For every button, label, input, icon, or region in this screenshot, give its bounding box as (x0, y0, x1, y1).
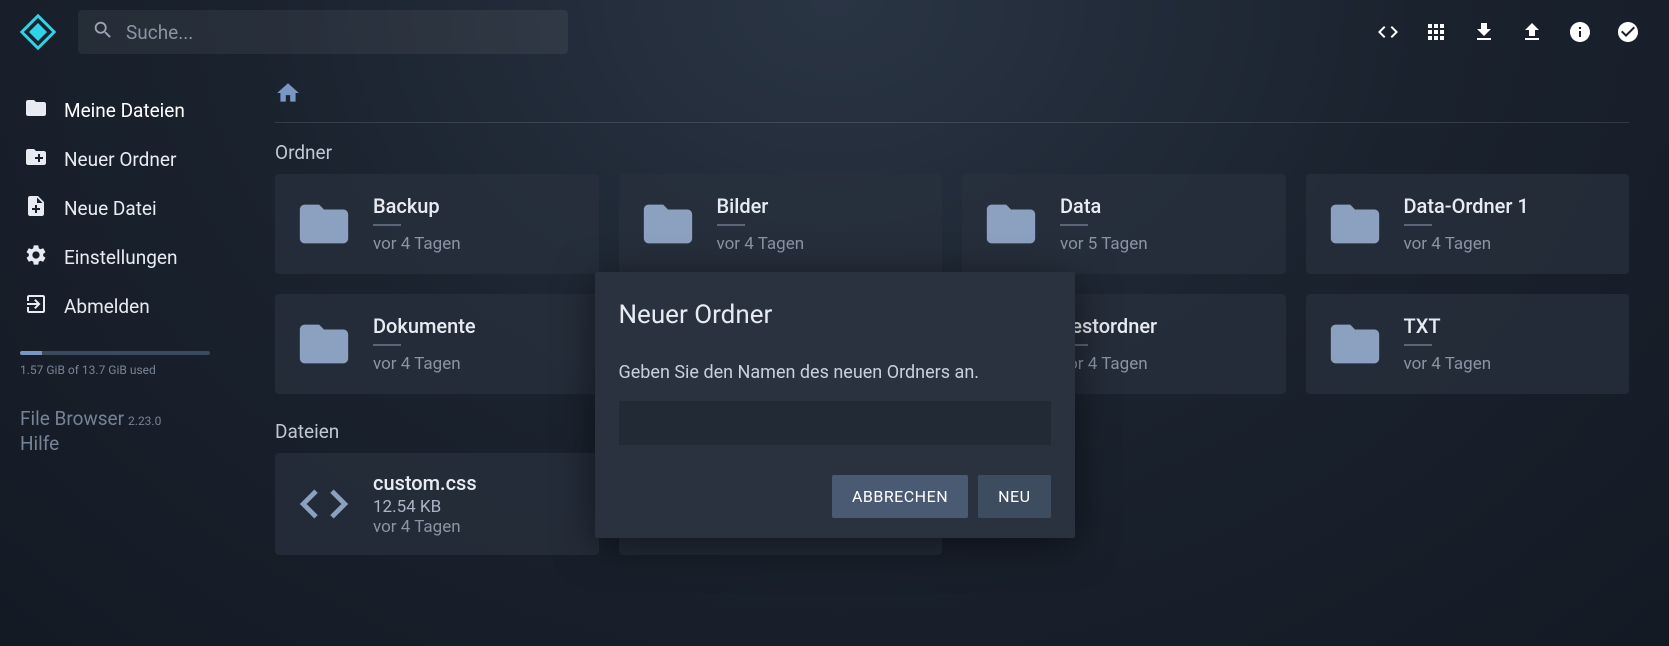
folder-icon (1326, 315, 1384, 373)
header-toolbar (1375, 19, 1649, 45)
sidebar-item-new-file[interactable]: Neue Datei (20, 184, 235, 233)
info-icon[interactable] (1567, 19, 1593, 45)
sidebar-item-label: Meine Dateien (64, 99, 185, 122)
toggle-shell-icon[interactable] (1375, 19, 1401, 45)
sidebar-item-my-files[interactable]: Meine Dateien (20, 86, 235, 135)
search-box[interactable] (78, 10, 568, 54)
logout-icon (24, 292, 48, 321)
modal-title: Neuer Ordner (619, 300, 1051, 330)
home-icon[interactable] (275, 91, 301, 110)
sidebar-item-new-folder[interactable]: Neuer Ordner (20, 135, 235, 184)
folder-name: Testordner (1060, 314, 1157, 338)
sidebar-item-label: Abmelden (64, 295, 150, 318)
folder-meta: vor 4 Tagen (373, 354, 476, 374)
file-meta: vor 4 Tagen (373, 517, 477, 537)
select-icon[interactable] (1615, 19, 1641, 45)
file-size: 12.54 KB (373, 497, 477, 517)
confirm-button[interactable]: NEU (978, 475, 1050, 518)
folder-icon (639, 195, 697, 253)
footer-links: File Browser 2.23.0 Hilfe (20, 407, 235, 455)
folder-icon (295, 315, 353, 373)
modal-prompt: Geben Sie den Namen des neuen Ordners an… (619, 362, 1051, 383)
folder-icon (1326, 195, 1384, 253)
folder-icon (982, 195, 1040, 253)
sidebar-item-logout[interactable]: Abmelden (20, 282, 235, 331)
folder-meta: vor 4 Tagen (1404, 354, 1492, 374)
folder-card[interactable]: Data-Ordner 1 vor 4 Tagen (1306, 174, 1630, 274)
help-link[interactable]: Hilfe (20, 432, 235, 455)
folder-name: Bilder (717, 194, 805, 218)
app-name: File Browser (20, 407, 124, 430)
settings-icon (24, 243, 48, 272)
upload-icon[interactable] (1519, 19, 1545, 45)
sidebar-item-label: Neue Datei (64, 197, 157, 220)
folder-card[interactable]: TXT vor 4 Tagen (1306, 294, 1630, 394)
file-name: custom.css (373, 471, 477, 495)
header (0, 0, 1669, 64)
folder-name: TXT (1404, 314, 1492, 338)
sidebar: Meine Dateien Neuer Ordner Neue Datei Ei… (0, 64, 255, 646)
storage-bar (20, 351, 210, 355)
section-folders-label: Ordner (275, 141, 1629, 164)
app-version: 2.23.0 (128, 414, 161, 428)
sidebar-item-settings[interactable]: Einstellungen (20, 233, 235, 282)
download-icon[interactable] (1471, 19, 1497, 45)
breadcrumb (275, 74, 1629, 123)
folder-name: Data (1060, 194, 1148, 218)
sidebar-item-label: Einstellungen (64, 246, 177, 269)
file-icon (295, 475, 353, 533)
folder-card[interactable]: Data vor 5 Tagen (962, 174, 1286, 274)
create-file-icon (24, 194, 48, 223)
folder-name: Dokumente (373, 314, 476, 338)
folder-icon (295, 195, 353, 253)
folder-meta: vor 4 Tagen (1404, 234, 1529, 254)
cancel-button[interactable]: ABBRECHEN (832, 475, 968, 518)
folder-meta: vor 4 Tagen (717, 234, 805, 254)
file-card[interactable]: custom.css12.54 KBvor 4 Tagen (275, 453, 599, 555)
new-folder-modal: Neuer Ordner Geben Sie den Namen des neu… (595, 272, 1075, 538)
folder-card[interactable]: Bilder vor 4 Tagen (619, 174, 943, 274)
switch-view-icon[interactable] (1423, 19, 1449, 45)
search-icon (92, 19, 126, 45)
storage-text: 1.57 GiB of 13.7 GiB used (20, 363, 235, 377)
search-input[interactable] (126, 21, 554, 44)
folder-card[interactable]: Dokumente vor 4 Tagen (275, 294, 599, 394)
folder-card[interactable]: Backup vor 4 Tagen (275, 174, 599, 274)
folder-name-input[interactable] (619, 401, 1051, 445)
folder-name: Data-Ordner 1 (1404, 194, 1529, 218)
folder-name: Backup (373, 194, 461, 218)
app-logo[interactable] (20, 14, 56, 50)
folder-meta: vor 5 Tagen (1060, 234, 1148, 254)
sidebar-item-label: Neuer Ordner (64, 148, 176, 171)
folder-meta: vor 4 Tagen (1060, 354, 1157, 374)
folder-meta: vor 4 Tagen (373, 234, 461, 254)
folder-icon (24, 96, 48, 125)
create-folder-icon (24, 145, 48, 174)
